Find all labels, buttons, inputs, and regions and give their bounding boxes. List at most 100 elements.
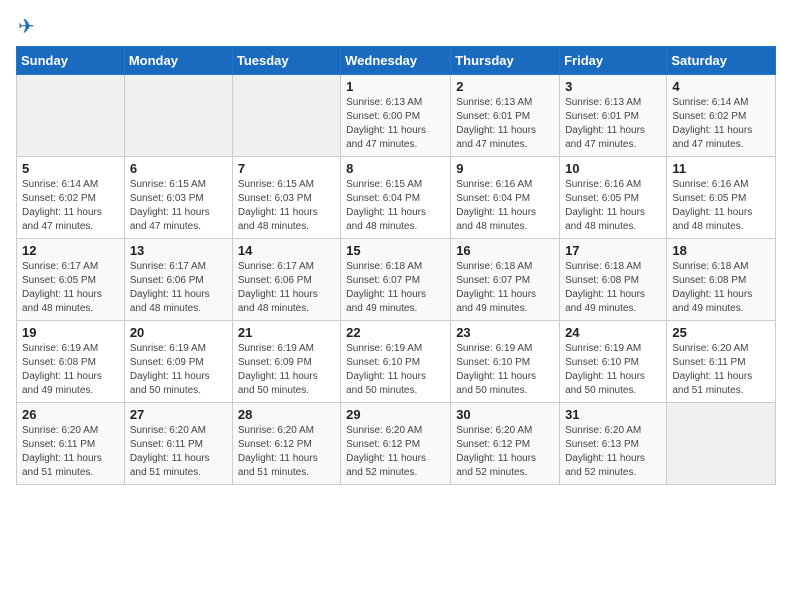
day-number: 12 bbox=[22, 243, 119, 258]
day-info: Sunrise: 6:17 AM Sunset: 6:06 PM Dayligh… bbox=[238, 260, 335, 316]
calendar-week-2: 5 Sunrise: 6:14 AM Sunset: 6:02 PM Daylig… bbox=[17, 157, 776, 239]
weekday-header-monday: Monday bbox=[124, 47, 232, 75]
calendar-week-5: 26 Sunrise: 6:20 AM Sunset: 6:11 PM Dayli… bbox=[17, 403, 776, 485]
calendar-cell: 31 Sunrise: 6:20 AM Sunset: 6:13 PM Dayli… bbox=[560, 403, 667, 485]
day-info: Sunrise: 6:20 AM Sunset: 6:11 PM Dayligh… bbox=[22, 424, 119, 480]
day-number: 4 bbox=[672, 79, 770, 94]
day-number: 9 bbox=[456, 161, 554, 176]
day-info: Sunrise: 6:16 AM Sunset: 6:05 PM Dayligh… bbox=[672, 178, 770, 234]
day-info: Sunrise: 6:17 AM Sunset: 6:05 PM Dayligh… bbox=[22, 260, 119, 316]
day-number: 14 bbox=[238, 243, 335, 258]
calendar-cell: 20Sunrise: 6:19 AM Sunset: 6:09 PM Dayli… bbox=[124, 321, 232, 403]
day-number: 26 bbox=[22, 407, 119, 422]
day-number: 29 bbox=[346, 407, 445, 422]
day-info: Sunrise: 6:20 AM Sunset: 6:12 PM Dayligh… bbox=[346, 424, 445, 480]
calendar-header: SundayMondayTuesdayWednesdayThursdayFrid… bbox=[17, 47, 776, 75]
calendar-cell: 14 Sunrise: 6:17 AM Sunset: 6:06 PM Dayli… bbox=[232, 239, 340, 321]
calendar-cell: 3 Sunrise: 6:13 AM Sunset: 6:01 PM Daylig… bbox=[560, 75, 667, 157]
day-number: 5 bbox=[22, 161, 119, 176]
calendar-cell: 28Sunrise: 6:20 AM Sunset: 6:12 PM Dayli… bbox=[232, 403, 340, 485]
calendar-cell: 1 Sunrise: 6:13 AM Sunset: 6:00 PM Daylig… bbox=[341, 75, 451, 157]
day-number: 22 bbox=[346, 325, 445, 340]
day-info: Sunrise: 6:15 AM Sunset: 6:03 PM Dayligh… bbox=[130, 178, 227, 234]
calendar-cell: 27 Sunrise: 6:20 AM Sunset: 6:11 PM Dayli… bbox=[124, 403, 232, 485]
logo-bird-icon: ✈ bbox=[18, 16, 35, 38]
calendar-cell: 22 Sunrise: 6:19 AM Sunset: 6:10 PM Dayli… bbox=[341, 321, 451, 403]
day-info: Sunrise: 6:14 AM Sunset: 6:02 PM Dayligh… bbox=[22, 178, 119, 234]
day-number: 11 bbox=[672, 161, 770, 176]
day-number: 8 bbox=[346, 161, 445, 176]
day-number: 16 bbox=[456, 243, 554, 258]
calendar-cell: 6 Sunrise: 6:15 AM Sunset: 6:03 PM Daylig… bbox=[124, 157, 232, 239]
calendar-cell bbox=[17, 75, 125, 157]
calendar-cell: 11 Sunrise: 6:16 AM Sunset: 6:05 PM Dayli… bbox=[667, 157, 776, 239]
calendar-cell: 5 Sunrise: 6:14 AM Sunset: 6:02 PM Daylig… bbox=[17, 157, 125, 239]
page-header: ✈ bbox=[16, 16, 776, 38]
day-number: 13 bbox=[130, 243, 227, 258]
weekday-header-thursday: Thursday bbox=[451, 47, 560, 75]
day-info: Sunrise: 6:20 AM Sunset: 6:11 PM Dayligh… bbox=[672, 342, 770, 398]
day-info: Sunrise: 6:15 AM Sunset: 6:04 PM Dayligh… bbox=[346, 178, 445, 234]
day-info: Sunrise: 6:20 AM Sunset: 6:11 PM Dayligh… bbox=[130, 424, 227, 480]
calendar-week-4: 19 Sunrise: 6:19 AM Sunset: 6:08 PM Dayli… bbox=[17, 321, 776, 403]
day-info: Sunrise: 6:19 AM Sunset: 6:10 PM Dayligh… bbox=[346, 342, 445, 398]
calendar-cell: 26 Sunrise: 6:20 AM Sunset: 6:11 PM Dayli… bbox=[17, 403, 125, 485]
day-number: 1 bbox=[346, 79, 445, 94]
day-number: 19 bbox=[22, 325, 119, 340]
weekday-header-friday: Friday bbox=[560, 47, 667, 75]
calendar-cell: 19 Sunrise: 6:19 AM Sunset: 6:08 PM Dayli… bbox=[17, 321, 125, 403]
calendar-body: 1 Sunrise: 6:13 AM Sunset: 6:00 PM Daylig… bbox=[17, 75, 776, 485]
calendar-cell: 21Sunrise: 6:19 AM Sunset: 6:09 PM Dayli… bbox=[232, 321, 340, 403]
calendar-cell: 2 Sunrise: 6:13 AM Sunset: 6:01 PM Daylig… bbox=[451, 75, 560, 157]
day-info: Sunrise: 6:18 AM Sunset: 6:08 PM Dayligh… bbox=[672, 260, 770, 316]
calendar-cell bbox=[124, 75, 232, 157]
day-info: Sunrise: 6:16 AM Sunset: 6:04 PM Dayligh… bbox=[456, 178, 554, 234]
day-number: 6 bbox=[130, 161, 227, 176]
day-info: Sunrise: 6:20 AM Sunset: 6:13 PM Dayligh… bbox=[565, 424, 661, 480]
day-number: 7 bbox=[238, 161, 335, 176]
calendar-cell: 29 Sunrise: 6:20 AM Sunset: 6:12 PM Dayli… bbox=[341, 403, 451, 485]
day-info: Sunrise: 6:18 AM Sunset: 6:07 PM Dayligh… bbox=[346, 260, 445, 316]
weekday-header-tuesday: Tuesday bbox=[232, 47, 340, 75]
calendar-cell bbox=[232, 75, 340, 157]
day-number: 25 bbox=[672, 325, 770, 340]
calendar-week-1: 1 Sunrise: 6:13 AM Sunset: 6:00 PM Daylig… bbox=[17, 75, 776, 157]
day-info: Sunrise: 6:18 AM Sunset: 6:07 PM Dayligh… bbox=[456, 260, 554, 316]
calendar-cell: 25 Sunrise: 6:20 AM Sunset: 6:11 PM Dayli… bbox=[667, 321, 776, 403]
calendar-cell: 8 Sunrise: 6:15 AM Sunset: 6:04 PM Daylig… bbox=[341, 157, 451, 239]
day-number: 31 bbox=[565, 407, 661, 422]
day-info: Sunrise: 6:15 AM Sunset: 6:03 PM Dayligh… bbox=[238, 178, 335, 234]
calendar-table: SundayMondayTuesdayWednesdayThursdayFrid… bbox=[16, 46, 776, 485]
calendar-cell: 12 Sunrise: 6:17 AM Sunset: 6:05 PM Dayli… bbox=[17, 239, 125, 321]
weekday-header-wednesday: Wednesday bbox=[341, 47, 451, 75]
calendar-cell: 17 Sunrise: 6:18 AM Sunset: 6:08 PM Dayli… bbox=[560, 239, 667, 321]
calendar-cell: 30 Sunrise: 6:20 AM Sunset: 6:12 PM Dayli… bbox=[451, 403, 560, 485]
day-info: Sunrise: 6:19 AM Sunset: 6:09 PM Dayligh… bbox=[130, 342, 227, 398]
day-number: 18 bbox=[672, 243, 770, 258]
weekday-header-row: SundayMondayTuesdayWednesdayThursdayFrid… bbox=[17, 47, 776, 75]
calendar-cell bbox=[667, 403, 776, 485]
weekday-header-sunday: Sunday bbox=[17, 47, 125, 75]
day-number: 23 bbox=[456, 325, 554, 340]
day-info: Sunrise: 6:14 AM Sunset: 6:02 PM Dayligh… bbox=[672, 96, 770, 152]
day-number: 24 bbox=[565, 325, 661, 340]
day-number: 21 bbox=[238, 325, 335, 340]
day-number: 2 bbox=[456, 79, 554, 94]
day-info: Sunrise: 6:13 AM Sunset: 6:01 PM Dayligh… bbox=[456, 96, 554, 152]
day-number: 17 bbox=[565, 243, 661, 258]
day-number: 3 bbox=[565, 79, 661, 94]
calendar-cell: 18 Sunrise: 6:18 AM Sunset: 6:08 PM Dayli… bbox=[667, 239, 776, 321]
day-info: Sunrise: 6:18 AM Sunset: 6:08 PM Dayligh… bbox=[565, 260, 661, 316]
logo: ✈ bbox=[16, 16, 35, 38]
day-number: 27 bbox=[130, 407, 227, 422]
calendar-cell: 4 Sunrise: 6:14 AM Sunset: 6:02 PM Daylig… bbox=[667, 75, 776, 157]
day-info: Sunrise: 6:19 AM Sunset: 6:08 PM Dayligh… bbox=[22, 342, 119, 398]
day-info: Sunrise: 6:20 AM Sunset: 6:12 PM Dayligh… bbox=[456, 424, 554, 480]
weekday-header-saturday: Saturday bbox=[667, 47, 776, 75]
day-info: Sunrise: 6:13 AM Sunset: 6:00 PM Dayligh… bbox=[346, 96, 445, 152]
day-info: Sunrise: 6:13 AM Sunset: 6:01 PM Dayligh… bbox=[565, 96, 661, 152]
calendar-cell: 24Sunrise: 6:19 AM Sunset: 6:10 PM Dayli… bbox=[560, 321, 667, 403]
day-number: 28 bbox=[238, 407, 335, 422]
calendar-cell: 10Sunrise: 6:16 AM Sunset: 6:05 PM Dayli… bbox=[560, 157, 667, 239]
day-number: 30 bbox=[456, 407, 554, 422]
